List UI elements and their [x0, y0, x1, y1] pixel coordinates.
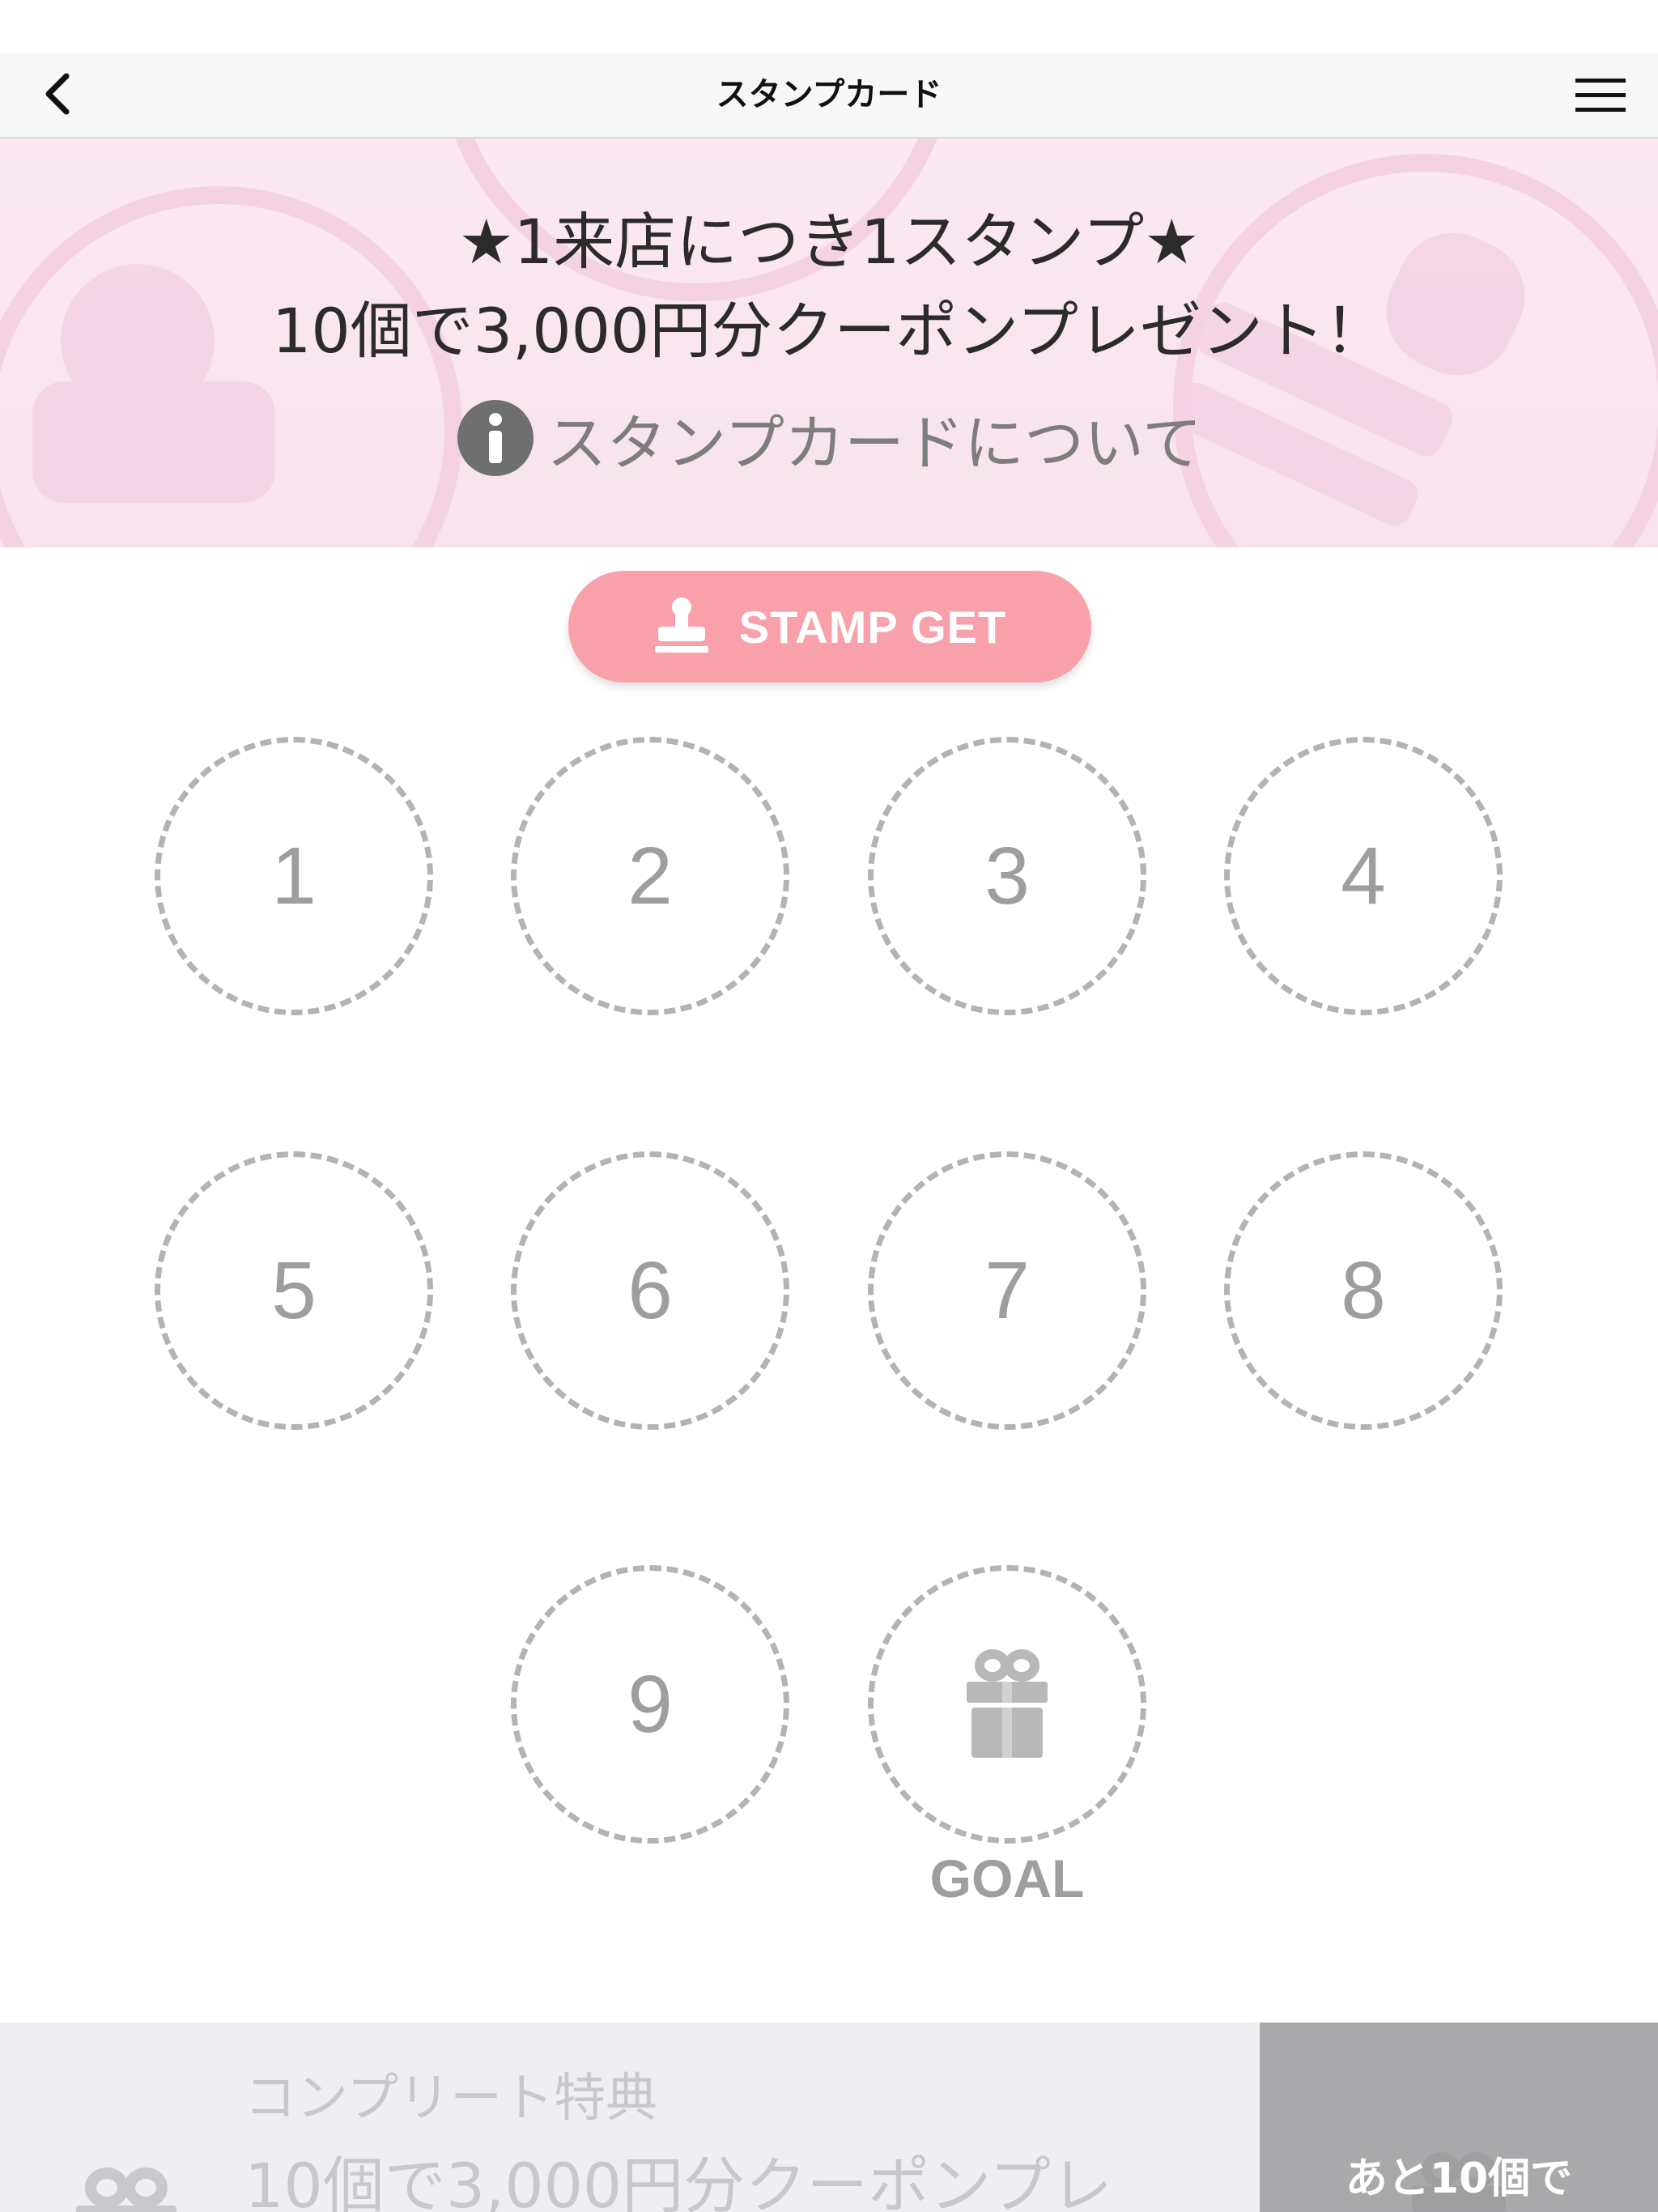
stamp-slot-number: 2	[627, 830, 673, 921]
complete-reward-bar: コンプリート特典 10個で3,000円分クーポンプレ あと10個で	[0, 2023, 1658, 2212]
stamp-slot-1: 1	[155, 737, 433, 1015]
banner-headline: ★1来店につき1スタンプ★	[458, 206, 1200, 278]
stamp-slot-6: 6	[511, 1151, 789, 1430]
stamp-slot-3: 3	[868, 737, 1146, 1015]
stamp-slot-number: 5	[271, 1244, 317, 1336]
stamp-slot-9: 9	[511, 1565, 789, 1844]
about-stamp-card-link[interactable]: スタンプカードについて	[0, 398, 1658, 479]
stamp-slot-number: 3	[984, 830, 1030, 921]
stamp-slot-number: 9	[627, 1658, 673, 1750]
stamp-get-button[interactable]: STAMP GET	[568, 571, 1091, 683]
stamp-slot-number: 4	[1341, 830, 1386, 921]
remaining-stamps-badge: あと10個で	[1260, 2023, 1658, 2212]
stamp-slot-number: 8	[1341, 1244, 1386, 1336]
complete-reward-description: 10個で3,000円分クーポンプレ	[244, 2150, 1112, 2212]
status-bar-area	[0, 0, 1658, 53]
hamburger-menu-icon	[1575, 79, 1626, 112]
banner-subheadline: 10個で3,000円分クーポンプレゼント！	[272, 295, 1386, 367]
stamp-slot-number: 1	[271, 830, 317, 921]
complete-reward-title: コンプリート特典	[244, 2069, 658, 2129]
stamp-slot-2: 2	[511, 737, 789, 1015]
menu-button[interactable]	[1574, 71, 1627, 120]
page-title: スタンプカード	[716, 76, 942, 113]
about-stamp-card-label: スタンプカードについて	[546, 408, 1202, 479]
stamp-slot-number: 6	[627, 1244, 673, 1336]
stamp-slot-number: 7	[984, 1244, 1030, 1336]
stamp-get-label: STAMP GET	[738, 601, 1007, 653]
stamp-slot-4: 4	[1224, 737, 1503, 1015]
stamp-icon	[654, 598, 708, 653]
stamp-card-banner: ★1来店につき1スタンプ★ 10個で3,000円分クーポンプレゼント！ スタンプ…	[0, 138, 1658, 547]
stamp-slot-5: 5	[155, 1151, 433, 1430]
stamp-slot-7: 7	[868, 1151, 1146, 1430]
info-icon	[457, 400, 534, 476]
goal-label: GOAL	[929, 1848, 1085, 1908]
gift-icon	[76, 2167, 176, 2212]
stamp-slot-goal	[868, 1565, 1146, 1844]
navigation-bar: スタンプカード	[0, 53, 1658, 138]
remaining-stamps-text: あと10個で	[1345, 2155, 1573, 2203]
gift-icon	[967, 1649, 1048, 1758]
stamp-slot-8: 8	[1224, 1151, 1503, 1430]
